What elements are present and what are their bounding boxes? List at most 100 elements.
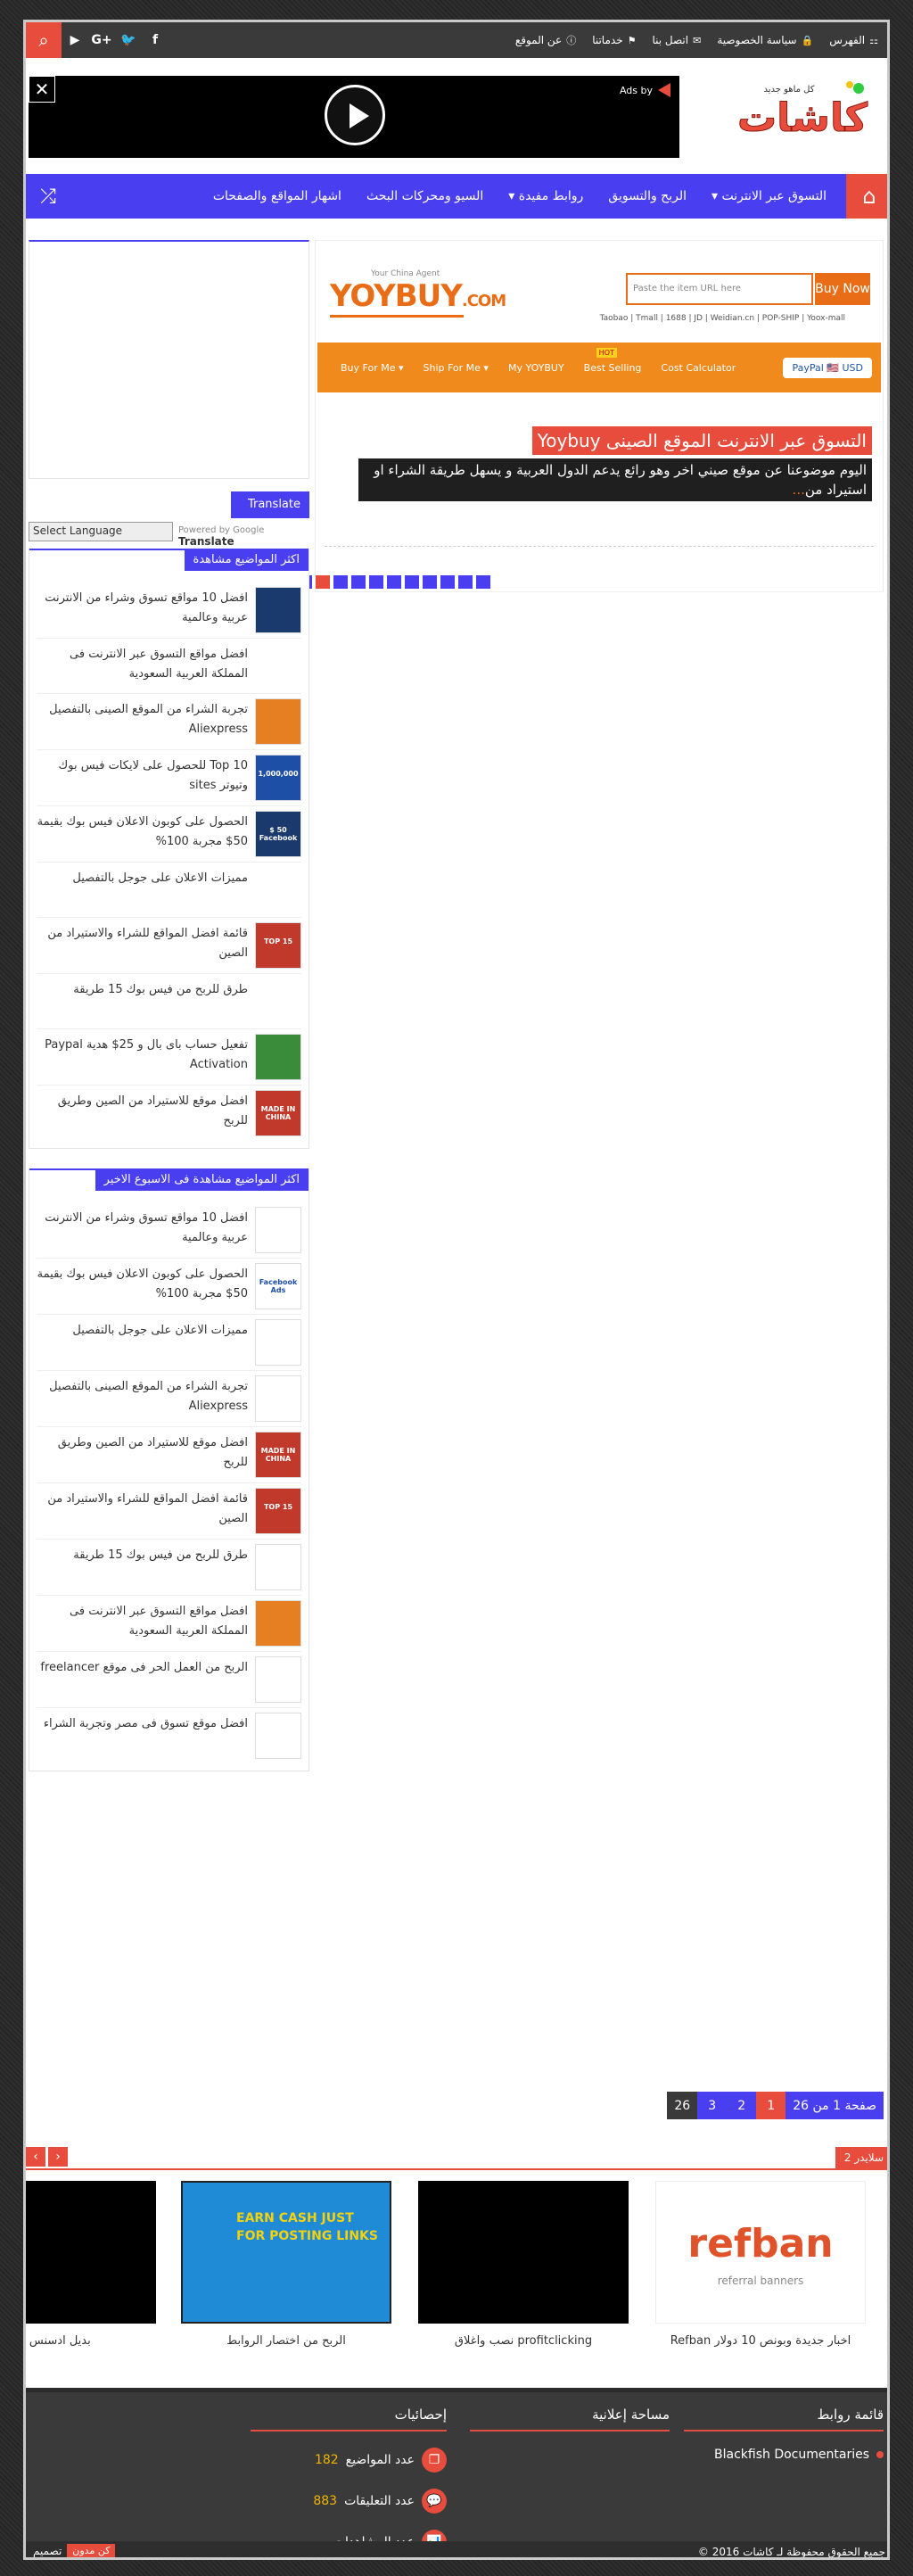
post-title-link[interactable]: قائمة افضل المواقع للشراء والاستيراد من … xyxy=(37,1488,248,1529)
post-title-link[interactable]: تجربة الشراء من الموقع الصينى بالتفصيل A… xyxy=(37,1375,248,1416)
ad-banner[interactable]: ✕ Ads by xyxy=(29,76,679,158)
post-title-link[interactable]: مميزات الاعلان على جوجل بالتفصيل xyxy=(72,1319,248,1341)
post-thumbnail[interactable] xyxy=(255,1713,301,1759)
list-item[interactable]: مميزات الاعلان على جوجل بالتفصيل xyxy=(37,863,301,918)
top-nav-item[interactable]: ⚑ خدماتنا xyxy=(592,34,636,46)
list-item[interactable]: TOP 15 قائمة افضل المواقع للشراء والاستير… xyxy=(37,1483,301,1540)
footer-link[interactable]: Blackfish Documentaries xyxy=(684,2448,884,2462)
top-nav-item[interactable]: ⚏ الفهرس xyxy=(829,34,878,46)
main-nav-item[interactable]: روابط مفيدة ▾ xyxy=(508,189,583,203)
post-thumbnail[interactable] xyxy=(255,1207,301,1253)
post-thumbnail[interactable] xyxy=(255,1656,301,1703)
post-thumbnail[interactable]: MADE IN CHINA xyxy=(255,1432,301,1478)
top-nav-item[interactable]: 🔒 سياسة الخصوصية xyxy=(717,34,813,46)
list-item[interactable]: افضل مواقع التسوق عبر الانترنت فى المملك… xyxy=(37,1596,301,1652)
search-icon[interactable]: ⌕ xyxy=(26,22,62,58)
slider2-caption[interactable]: اخبار جديدة وبونص 10 دولار Refban xyxy=(655,2334,866,2348)
post-thumbnail[interactable]: 1,000,000 xyxy=(255,755,301,801)
slider2-next-button[interactable]: › xyxy=(48,2147,68,2167)
twitter-icon[interactable]: 🐦 xyxy=(115,33,142,47)
post-title-link[interactable]: طرق للربح من فيس بوك 15 طريقة xyxy=(73,1544,248,1565)
list-item[interactable]: افضل 10 مواقع تسوق وشراء من الانترنت عرب… xyxy=(37,1202,301,1259)
slider2-item[interactable]: بديل ادسنس 13 xyxy=(26,2181,156,2348)
google-plus-icon[interactable]: G+ xyxy=(88,33,115,47)
post-thumbnail[interactable]: Facebook Ads xyxy=(255,1263,301,1309)
slider-dot[interactable] xyxy=(369,575,383,589)
slider2-item[interactable]: EARN CASH JUST FOR POSTING LINKS الربح من… xyxy=(181,2181,391,2348)
top-nav-item[interactable]: ✉ اتصل بنا xyxy=(652,34,701,46)
post-thumbnail[interactable] xyxy=(255,587,301,633)
slider-dot[interactable] xyxy=(333,575,348,589)
list-item[interactable]: افضل مواقع التسوق عبر الانترنت فى المملك… xyxy=(37,639,301,694)
shuffle-icon[interactable]: ⤮ xyxy=(26,174,70,219)
post-thumbnail[interactable]: MADE IN CHINA xyxy=(255,1090,301,1136)
post-title-link[interactable]: افضل موقع تسوق فى مصر وتجربة الشراء xyxy=(44,1713,248,1734)
slider2-item[interactable]: profitclicking نصب واغلاق xyxy=(418,2181,629,2348)
post-title-link[interactable]: افضل موقع للاستيراد من الصين وطريق للربح xyxy=(37,1090,248,1131)
slide-title[interactable]: التسوق عبر الانترنت الموقع الصينى Yoybuy xyxy=(531,426,872,455)
home-icon[interactable]: ⌂ xyxy=(846,174,887,219)
main-nav-item[interactable]: التسوق عبر الانترنت ▾ xyxy=(711,189,827,203)
site-logo[interactable]: كاشات كل ماهو جديد xyxy=(736,76,869,147)
list-item[interactable]: 1,000,000 Top 10 للحصول على لايكات فيس بو… xyxy=(37,750,301,806)
post-title-link[interactable]: افضل موقع للاستيراد من الصين وطريق للربح xyxy=(37,1432,248,1473)
post-thumbnail[interactable] xyxy=(255,1319,301,1366)
post-title-link[interactable]: Top 10 للحصول على لايكات فيس بوك وتيوتر … xyxy=(37,755,248,796)
post-title-link[interactable]: افضل 10 مواقع تسوق وشراء من الانترنت عرب… xyxy=(37,587,248,628)
language-select[interactable]: Select Language xyxy=(29,522,173,541)
list-item[interactable]: تجربة الشراء من الموقع الصينى بالتفصيل A… xyxy=(37,694,301,750)
list-item[interactable]: تجربة الشراء من الموقع الصينى بالتفصيل A… xyxy=(37,1371,301,1427)
slider2-image[interactable]: EARN CASH JUST FOR POSTING LINKS xyxy=(181,2181,391,2324)
post-title-link[interactable]: الحصول على كوبون الاعلان فيس بوك بقيمة 5… xyxy=(37,811,248,852)
post-title-link[interactable]: مميزات الاعلان على جوجل بالتفصيل xyxy=(72,867,248,888)
list-item[interactable]: الربح من العمل الحر فى موقع freelancer xyxy=(37,1652,301,1708)
post-title-link[interactable]: افضل مواقع التسوق عبر الانترنت فى المملك… xyxy=(37,1600,248,1641)
slider2-caption[interactable]: profitclicking نصب واغلاق xyxy=(418,2334,629,2348)
main-nav-item[interactable]: اشهار المواقع والصفحات xyxy=(213,189,341,203)
page-link[interactable]: 1 xyxy=(756,2092,786,2119)
slider2-image[interactable] xyxy=(26,2181,156,2324)
main-nav-item[interactable]: الربح والتسويق xyxy=(608,189,687,203)
facebook-icon[interactable]: f xyxy=(142,33,169,47)
slider2-prev-button[interactable]: ‹ xyxy=(26,2147,45,2167)
top-nav-item[interactable]: ⓘ عن الموقع xyxy=(515,33,576,47)
list-item[interactable]: افضل موقع تسوق فى مصر وتجربة الشراء xyxy=(37,1708,301,1763)
post-title-link[interactable]: افضل 10 مواقع تسوق وشراء من الانترنت عرب… xyxy=(37,1207,248,1248)
slider2-image[interactable] xyxy=(418,2181,629,2324)
design-brand[interactable]: كن مدون xyxy=(67,2544,116,2557)
page-link[interactable]: 3 xyxy=(697,2092,728,2119)
list-item[interactable]: TOP 15 قائمة افضل المواقع للشراء والاستير… xyxy=(37,918,301,974)
post-thumbnail[interactable]: TOP 15 xyxy=(255,922,301,969)
page-link[interactable]: 26 xyxy=(667,2092,698,2119)
post-thumbnail[interactable] xyxy=(255,1034,301,1080)
post-thumbnail[interactable]: TOP 15 xyxy=(255,1488,301,1534)
slider-dot[interactable] xyxy=(351,575,366,589)
post-thumbnail[interactable]: $ 50 Facebook xyxy=(255,811,301,857)
post-thumbnail[interactable] xyxy=(255,1544,301,1590)
slider2-image[interactable]: refban referral banners xyxy=(655,2181,866,2324)
post-thumbnail[interactable] xyxy=(255,698,301,745)
post-title-link[interactable]: قائمة افضل المواقع للشراء والاستيراد من … xyxy=(37,922,248,963)
slider-dot[interactable] xyxy=(440,575,455,589)
slider2-item[interactable]: refban referral banners اخبار جديدة وبونص … xyxy=(655,2181,866,2348)
list-item[interactable]: طرق للربح من فيس بوك 15 طريقة xyxy=(37,974,301,1029)
slider-dot[interactable] xyxy=(316,575,330,589)
list-item[interactable]: Facebook Ads الحصول على كوبون الاعلان فيس… xyxy=(37,1259,301,1315)
youtube-icon[interactable]: ▶ xyxy=(62,33,88,47)
post-title-link[interactable]: طرق للربح من فيس بوك 15 طريقة xyxy=(73,978,248,1000)
list-item[interactable]: تفعيل حساب باى بال و 25$ هدية Paypal Act… xyxy=(37,1029,301,1086)
list-item[interactable]: MADE IN CHINA افضل موقع للاستيراد من الصي… xyxy=(37,1086,301,1141)
post-title-link[interactable]: الربح من العمل الحر فى موقع freelancer xyxy=(40,1656,248,1678)
main-nav-item[interactable]: السيو ومحركات البحث xyxy=(366,189,483,203)
list-item[interactable]: مميزات الاعلان على جوجل بالتفصيل xyxy=(37,1315,301,1371)
list-item[interactable]: افضل 10 مواقع تسوق وشراء من الانترنت عرب… xyxy=(37,582,301,639)
page-link[interactable]: 2 xyxy=(727,2092,757,2119)
post-title-link[interactable]: تجربة الشراء من الموقع الصينى بالتفصيل A… xyxy=(37,698,248,739)
slider2-caption[interactable]: بديل ادسنس 13 xyxy=(26,2334,156,2348)
post-title-link[interactable]: تفعيل حساب باى بال و 25$ هدية Paypal Act… xyxy=(37,1034,248,1075)
post-title-link[interactable]: افضل مواقع التسوق عبر الانترنت فى المملك… xyxy=(37,643,248,684)
list-item[interactable]: MADE IN CHINA افضل موقع للاستيراد من الصي… xyxy=(37,1427,301,1483)
post-thumbnail[interactable] xyxy=(255,1600,301,1647)
play-icon[interactable] xyxy=(325,85,385,145)
list-item[interactable]: طرق للربح من فيس بوك 15 طريقة xyxy=(37,1540,301,1596)
